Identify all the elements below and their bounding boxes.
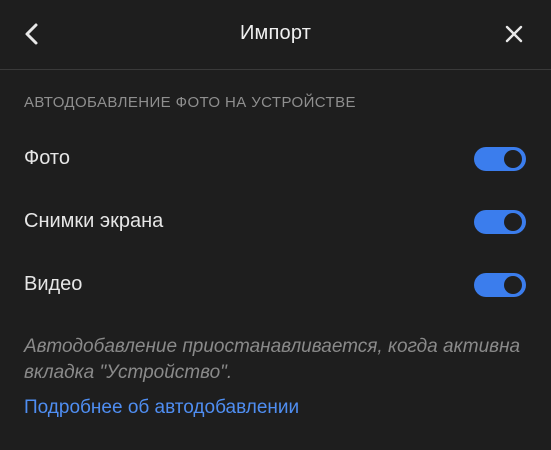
close-button[interactable] (497, 18, 531, 50)
setting-row-photo: Фото (0, 139, 551, 179)
top-bar: Импорт (0, 0, 551, 70)
auto-add-note: Автодобавление приостанавливается, когда… (24, 336, 521, 383)
learn-more-link[interactable]: Подробнее об автодобавлении (24, 397, 299, 419)
setting-row-video: Видео (0, 265, 551, 305)
setting-label-photo: Фото (24, 147, 70, 169)
screenshots-toggle[interactable] (474, 210, 526, 234)
close-icon (505, 25, 523, 43)
toggle-knob (504, 276, 522, 294)
setting-label-screenshots: Снимки экрана (24, 210, 164, 232)
toggle-knob (504, 150, 522, 168)
toggle-knob (504, 213, 522, 231)
section-title: АВТОДОБАВЛЕНИЕ ФОТО НА УСТРОЙСТВЕ (24, 94, 356, 111)
setting-row-screenshots: Снимки экрана (0, 202, 551, 242)
photo-toggle[interactable] (474, 147, 526, 171)
setting-label-video: Видео (24, 273, 83, 295)
video-toggle[interactable] (474, 273, 526, 297)
page-title: Импорт (239, 22, 312, 44)
